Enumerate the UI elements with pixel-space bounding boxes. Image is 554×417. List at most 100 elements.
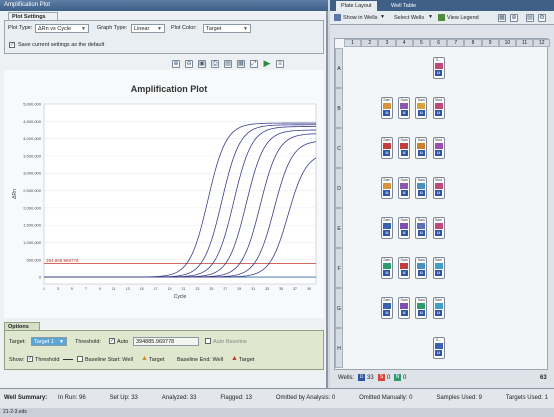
unknown-task-icon: U [400, 270, 408, 276]
plate-well[interactable]: Sam U [415, 257, 428, 279]
plate-well[interactable]: Sam U [380, 137, 393, 159]
row-header[interactable]: C [335, 128, 343, 168]
plate-well[interactable]: Stnd U [432, 177, 445, 199]
tab-well-table[interactable]: Well Table [386, 1, 421, 11]
status-bar: 21-2-3.eds [0, 408, 554, 417]
save-icon[interactable]: ▣ [198, 60, 206, 68]
plate-well[interactable]: Sam U [398, 97, 411, 119]
plate-well[interactable]: Sam U [415, 137, 428, 159]
row-header[interactable]: B [335, 88, 343, 128]
row-header[interactable]: A [335, 48, 343, 88]
graph-type-select[interactable]: Linear ▼ [131, 24, 165, 33]
plate-well[interactable]: Sam U [398, 297, 411, 319]
column-header[interactable]: 1 [344, 39, 362, 47]
well-sample-text: Sam [417, 178, 425, 182]
column-header[interactable]: 4 [395, 39, 413, 47]
plate-well[interactable]: Sam U [432, 297, 445, 319]
zoom-icon[interactable]: ⊕ [510, 14, 518, 22]
plate-well[interactable]: Sam U [415, 97, 428, 119]
column-header[interactable]: 3 [378, 39, 396, 47]
well-color-bar [434, 343, 443, 349]
plate-well[interactable]: Sam U [380, 97, 393, 119]
well-color-bar [382, 183, 391, 189]
print-icon[interactable]: ⎙ [211, 60, 219, 68]
plate-well[interactable]: Sam U [398, 217, 411, 239]
column-header[interactable]: 10 [498, 39, 516, 47]
column-header[interactable]: 9 [481, 39, 499, 47]
plate-well[interactable]: Stnd U [432, 97, 445, 119]
well-color-bar [434, 263, 443, 269]
column-header[interactable]: 11 [516, 39, 534, 47]
auto-threshold-checkbox[interactable] [109, 338, 115, 344]
target-label: Target: [9, 339, 26, 345]
column-header[interactable]: 12 [533, 39, 551, 47]
amplification-chart[interactable]: 5,000,000 4,500,000 4,000,000 3,500,000 3,00… [4, 70, 324, 318]
play-icon[interactable]: ▶ [263, 59, 271, 68]
plate-well[interactable]: Sam U [380, 217, 393, 239]
chevron-down-icon[interactable]: ▼ [428, 14, 433, 20]
summary-item: Analyzed: 33 [161, 395, 197, 401]
x-tick-label: 17 [154, 287, 158, 291]
well-color-bar [434, 183, 443, 189]
plate-well[interactable]: Sam U [398, 177, 411, 199]
grid-view-icon[interactable]: ▦ [498, 14, 506, 22]
plate-well[interactable]: Sam U [415, 177, 428, 199]
well-sample-text: Sam [383, 298, 391, 302]
well-sample-text: Sam [383, 218, 391, 222]
column-header[interactable]: 5 [412, 39, 430, 47]
plate-well[interactable]: Sam U [380, 257, 393, 279]
x-tick-label: 29 [237, 287, 241, 291]
save-default-checkbox[interactable] [9, 42, 15, 48]
x-tick-label: 9 [99, 287, 101, 291]
plate-well[interactable]: Sam U [432, 217, 445, 239]
zoom-out-icon[interactable]: ⊖ [185, 60, 193, 68]
list-icon[interactable]: ≡ [276, 60, 284, 68]
threshold-input[interactable]: 394885.969778 [133, 337, 199, 346]
standard-well-icon: S [378, 374, 385, 381]
baseline-start-checkbox[interactable] [77, 356, 83, 362]
zoom-in-icon[interactable]: ⊕ [172, 60, 180, 68]
plate-well[interactable]: Sam U [432, 257, 445, 279]
auto-baseline-checkbox[interactable] [205, 338, 211, 344]
plate-well[interactable]: Sam U [398, 137, 411, 159]
layout-icon[interactable]: ▦ [237, 60, 245, 68]
tab-plate-layout[interactable]: Plate Layout [336, 1, 377, 11]
well-color-bar [400, 263, 409, 269]
plate-well[interactable]: Stnd U [432, 137, 445, 159]
unknown-task-icon: U [400, 310, 408, 316]
plate-well[interactable]: Sam U [415, 217, 428, 239]
settings-icon[interactable]: ⚙ [538, 14, 546, 22]
row-header[interactable]: F [335, 248, 343, 288]
plot-type-select[interactable]: ΔRn vs Cycle ▼ [35, 24, 89, 33]
row-header[interactable]: D [335, 168, 343, 208]
wells-summary: Wells: U 33 S 0 N 0 63 [330, 372, 554, 384]
show-threshold-checkbox[interactable] [27, 356, 33, 362]
column-header[interactable]: 7 [447, 39, 465, 47]
row-header[interactable]: G [335, 288, 343, 328]
column-header[interactable]: 6 [430, 39, 448, 47]
plate-well[interactable]: Sam U [415, 297, 428, 319]
plate-well[interactable]: Sam U [398, 257, 411, 279]
summary-item: Samples Used: 9 [436, 395, 483, 401]
show-in-wells-button[interactable]: Show in Wells [343, 15, 377, 21]
column-header[interactable]: 2 [361, 39, 379, 47]
target-select[interactable]: Target 1 ▼ [31, 337, 67, 346]
view-legend-button[interactable]: View Legend [447, 15, 479, 21]
row-header[interactable]: E [335, 208, 343, 248]
save-default-label: Save current settings as the default [18, 42, 105, 48]
expand-icon[interactable]: ⤢ [250, 60, 258, 68]
chevron-down-icon: ▼ [157, 25, 162, 32]
image-icon[interactable]: ▤ [224, 60, 232, 68]
list-view-icon[interactable]: ▤ [526, 14, 534, 22]
summary-item: Targets Used: 1 [505, 395, 548, 401]
column-header[interactable]: 8 [464, 39, 482, 47]
plate-well[interactable]: Sam U [380, 177, 393, 199]
summary-item: In Run: 96 [58, 395, 86, 401]
select-wells-button[interactable]: Select Wells [394, 15, 424, 21]
plate-well[interactable]: S... U [432, 57, 445, 79]
row-header[interactable]: H [335, 328, 343, 368]
plot-color-select[interactable]: Target ▼ [203, 24, 251, 33]
chevron-down-icon[interactable]: ▼ [380, 14, 385, 20]
plate-well[interactable]: S... U [432, 337, 445, 359]
plate-well[interactable]: Sam U [380, 297, 393, 319]
